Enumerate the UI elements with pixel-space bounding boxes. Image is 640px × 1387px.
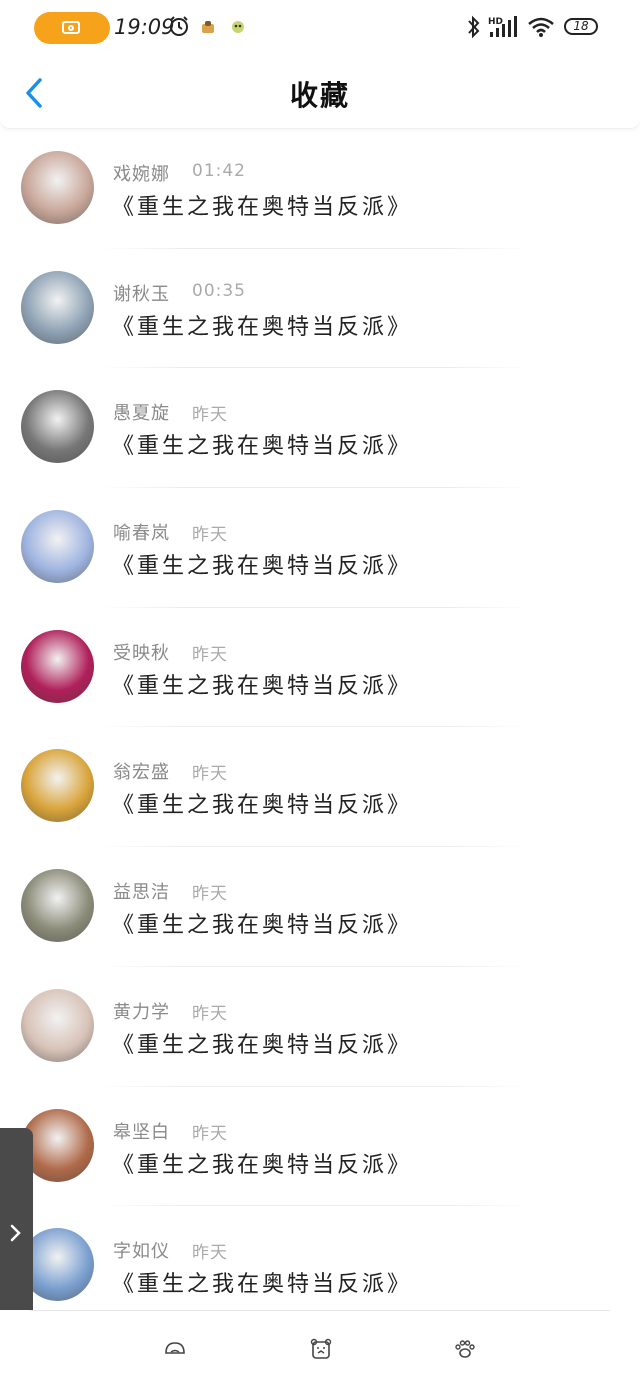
list-item[interactable]: 受映秋 昨天《重生之我在奥特当反派》 (0, 608, 640, 728)
book-title: 《重生之我在奥特当反派》 (112, 913, 413, 939)
list-item[interactable]: 愚夏旋 昨天《重生之我在奥特当反派》 (0, 368, 640, 489)
avatar[interactable] (21, 151, 94, 224)
book-title: 《重生之我在奥特当反派》 (112, 1032, 413, 1058)
favorites-list: 戏婉娜 01:42 《重生之我在奥特当反派》 谢秋玉 00:35 《重生之我在奥特当反派》… (0, 129, 640, 1326)
author-name: 受映秋 (113, 642, 170, 664)
book-title: 《重生之我在奥特当反派》 (112, 434, 413, 460)
author-name: 喻春岚 (113, 523, 170, 545)
battery-icon: 18 (564, 18, 598, 35)
timestamp: 昨天 (192, 764, 228, 785)
avatar[interactable] (21, 629, 94, 703)
list-item[interactable]: 益思洁 昨天《重生之我在奥特当反派》 (0, 847, 640, 967)
avatar[interactable] (21, 988, 94, 1062)
list-item[interactable]: 戏婉娜 01:42 《重生之我在奥特当反派》 (0, 129, 640, 249)
timestamp: 昨天 (192, 644, 228, 665)
app-notification-icon (232, 21, 244, 33)
timestamp: 昨天 (192, 1003, 228, 1024)
avatar[interactable] (21, 270, 94, 344)
paw-icon[interactable] (454, 1338, 476, 1360)
app-notification-icon (202, 21, 214, 33)
author-name: 益思洁 (113, 882, 170, 904)
list-item[interactable]: 翁宏盛 昨天《重生之我在奥特当反派》 (0, 727, 640, 848)
list-item[interactable]: 字如仪 昨天《重生之我在奥特当反派》 (0, 1206, 640, 1326)
avatar[interactable] (21, 510, 94, 584)
author-name: 黄力学 (113, 1001, 170, 1023)
book-title: 《重生之我在奥特当反派》 (112, 673, 413, 699)
timestamp: 00:35 (192, 280, 246, 301)
list-item[interactable]: 皋坚白 昨天《重生之我在奥特当反派》 (0, 1087, 640, 1207)
timestamp: 昨天 (192, 1243, 228, 1264)
wifi-icon (528, 17, 554, 37)
bottom-nav-divider (30, 1310, 610, 1311)
bluetooth-icon (468, 15, 480, 39)
author-name: 戏婉娜 (113, 164, 170, 185)
list-item[interactable]: 黄力学 昨天《重生之我在奥特当反派》 (0, 967, 640, 1087)
status-bar: 19:09 HD 18 (0, 0, 640, 56)
screen-record-pill[interactable] (34, 12, 110, 44)
author-name: 皋坚白 (113, 1121, 170, 1143)
timestamp: 昨天 (192, 525, 228, 546)
author-name: 愚夏旋 (113, 403, 170, 425)
status-time: 19:09 (114, 15, 175, 39)
chevron-right-icon (10, 1224, 21, 1242)
bottom-nav (0, 1310, 640, 1387)
timestamp: 昨天 (192, 1123, 228, 1144)
list-item[interactable]: 谢秋玉 00:35 《重生之我在奥特当反派》 (0, 249, 640, 369)
hd-signal-icon: HD (488, 16, 517, 37)
book-title: 《重生之我在奥特当反派》 (112, 554, 413, 580)
alarm-icon (170, 16, 188, 36)
timestamp: 昨天 (192, 884, 228, 905)
author-name: 翁宏盛 (113, 762, 170, 784)
avatar[interactable] (21, 390, 94, 464)
svg-text:HD: HD (488, 17, 503, 27)
book-title: 《重生之我在奥特当反派》 (112, 314, 413, 340)
avatar[interactable] (21, 749, 94, 823)
side-drawer-handle[interactable] (0, 1128, 33, 1339)
bear-icon[interactable] (310, 1338, 332, 1360)
page-header: 收藏 (0, 56, 640, 129)
camera-icon (62, 21, 80, 34)
home-icon[interactable] (164, 1338, 186, 1360)
list-item[interactable]: 喻春岚 昨天《重生之我在奥特当反派》 (0, 488, 640, 608)
timestamp: 01:42 (192, 161, 246, 181)
page-title: 收藏 (289, 79, 350, 112)
author-name: 字如仪 (113, 1241, 170, 1263)
avatar[interactable] (21, 869, 94, 943)
author-name: 谢秋玉 (113, 283, 170, 305)
book-title: 《重生之我在奥特当反派》 (112, 1152, 413, 1178)
book-title: 《重生之我在奥特当反派》 (112, 195, 413, 220)
book-title: 《重生之我在奥特当反派》 (112, 793, 413, 819)
book-title: 《重生之我在奥特当反派》 (112, 1272, 413, 1298)
timestamp: 昨天 (192, 405, 228, 426)
